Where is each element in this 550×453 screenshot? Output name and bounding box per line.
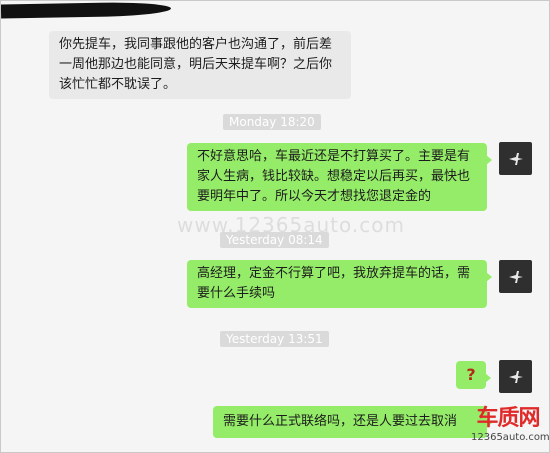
site-logo: 车质网 12365auto.com: [471, 406, 550, 448]
timestamp-label: Yesterday 13:51: [220, 331, 329, 347]
contact-avatar-icon[interactable]: [499, 142, 532, 175]
contact-avatar-icon[interactable]: [499, 260, 532, 293]
outgoing-message-bubble: 需要什么正式联络吗，还是人要过去取消: [213, 406, 492, 438]
timestamp-label: Yesterday 08:14: [220, 232, 329, 248]
incoming-message-bubble: 你先提车，我同事跟他的客户也沟通了，前后差 一周他那边也能同意，明后天来提车啊？…: [49, 31, 351, 99]
outgoing-message-bubble: 不好意思哈，车最近还是不打算买了。主要是有 家人生病，钱比较缺。想稳定以后再买，…: [187, 143, 492, 211]
logo-text: 车质网: [476, 406, 540, 431]
chat-window: 你先提车，我同事跟他的客户也沟通了，前后差 一周他那边也能同意，明后天来提车啊？…: [0, 0, 550, 453]
logo-subtext: 12365auto.com: [471, 432, 550, 443]
redacted-contact-name: [1, 1, 172, 19]
timestamp-label: Monday 18:20: [223, 114, 321, 130]
outgoing-message-bubble: ?: [456, 361, 491, 389]
contact-avatar-icon[interactable]: [499, 360, 532, 393]
outgoing-message-bubble: 高经理，定金不行算了吧，我放弃提车的话，需 要什么手续吗: [187, 260, 492, 308]
